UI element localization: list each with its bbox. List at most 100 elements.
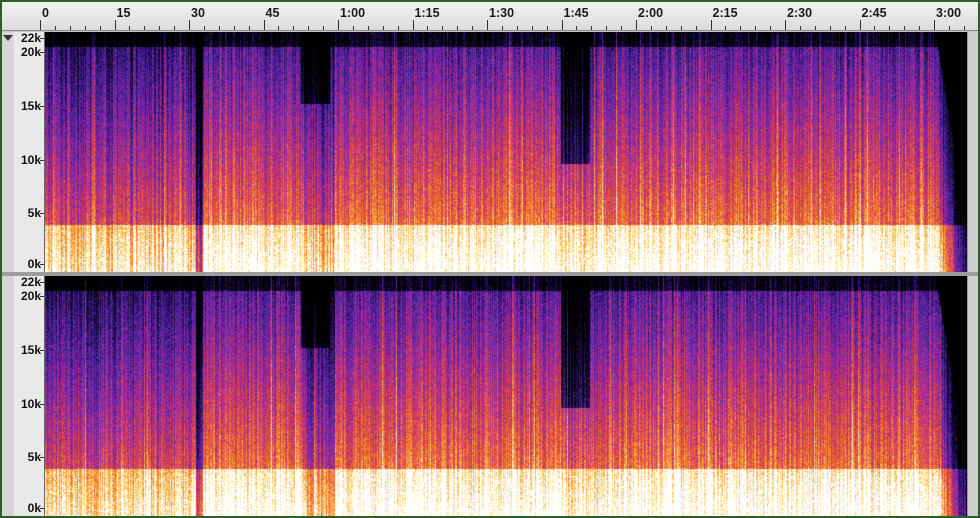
timeline-minor-tick [665,26,667,30]
timeline-minor-tick [814,26,816,30]
timeline-major-tick [263,20,265,30]
timeline-minor-tick [233,26,235,30]
timeline-label: 1:00 [340,6,366,20]
frequency-label: 15k [20,343,41,358]
timeline-minor-tick [69,26,71,30]
frequency-tick [40,350,44,352]
timeline-minor-tick [755,26,757,30]
timeline-major-tick [561,20,563,30]
frequency-tick [40,160,44,162]
timeline-label: 1:45 [563,6,589,20]
frequency-ruler: 22k 20k 15k 10k 5k 0k [14,31,45,272]
timeline-minor-tick [889,26,891,30]
timeline-minor-tick [99,26,101,30]
timeline-minor-tick [531,26,533,30]
frequency-label: 20k [20,289,41,304]
timeline-minor-tick [323,26,325,30]
timeline-label: 3:00 [936,6,962,20]
track-edge [967,276,978,516]
timeline-major-tick [40,20,41,30]
timeline-minor-tick [516,26,518,30]
timeline-minor-tick [606,26,608,30]
timeline-minor-tick [472,26,474,30]
frequency-label: 10k [20,397,41,412]
frequency-tick [40,296,44,298]
timeline-minor-tick [591,26,593,30]
timeline-minor-tick [799,26,801,30]
timeline-minor-tick [695,26,697,30]
timeline-major-tick [636,20,637,30]
timeline-major-tick [487,20,488,30]
frequency-label: 20k [20,45,41,60]
timeline-label: 2:30 [787,6,813,20]
timeline-label: 0 [42,6,49,20]
timeline-minor-tick [919,26,921,30]
timeline-label: 1:15 [414,6,440,20]
timeline-ruler[interactable]: 0 15 30 45 1:00 1:15 1:30 1:45 2:00 2:15 2:30 2:45 3… [2,2,978,31]
frequency-label: 22k [20,275,41,289]
frequency-tick [40,52,44,54]
timeline-minor-tick [54,26,56,30]
timeline-minor-tick [904,26,906,30]
timeline-minor-tick [397,26,399,30]
spectrogram-track-2[interactable]: 22k 20k 15k 10k 5k 0k [2,275,978,516]
timeline-minor-tick [844,26,846,30]
timeline-major-tick [710,20,712,30]
timeline-major-tick [189,20,190,30]
timeline-minor-tick [829,26,831,30]
timeline-label: 15 [116,6,131,20]
frequency-label: 0k [27,500,41,515]
audio-editor-window: 0 15 30 45 1:00 1:15 1:30 1:45 2:00 2:15 2:30 2:45 3… [2,2,978,516]
timeline-minor-tick [621,26,623,30]
timeline-minor-tick [159,26,161,30]
timeline-minor-tick [129,26,131,30]
timeline-minor-tick [874,26,876,30]
timeline-minor-tick [293,26,295,30]
spectrogram-view[interactable] [45,32,968,272]
track-edge [967,32,978,272]
timeline-label: 2:15 [712,6,738,20]
frequency-label: 0k [27,256,41,271]
frequency-tick [40,404,44,406]
timeline-minor-tick [770,26,772,30]
timeline-label: 2:00 [638,6,664,20]
timeline-minor-tick [457,26,459,30]
timeline-minor-tick [218,26,220,30]
timeline-minor-tick [740,26,742,30]
timeline-label: 30 [191,6,205,20]
frequency-label: 22k [20,31,41,45]
frequency-tick [40,457,44,459]
timeline-minor-tick [963,26,965,30]
frequency-tick [40,507,44,509]
timeline-minor-tick [308,26,310,30]
frequency-tick [40,282,44,283]
timeline-major-tick [114,20,116,30]
timeline-minor-tick [576,26,578,30]
frequency-tick [40,213,44,215]
frequency-tick [40,263,44,265]
frequency-tick [40,38,44,39]
timeline-minor-tick [352,26,354,30]
spectrogram-view[interactable] [45,276,968,516]
frequency-label: 15k [20,99,41,114]
timeline-minor-tick [278,26,280,30]
timeline-minor-tick [248,26,250,30]
frequency-ruler: 22k 20k 15k 10k 5k 0k [14,275,45,516]
timeline-minor-tick [174,26,176,30]
timeline-major-tick [859,20,861,30]
frequency-label: 5k [27,206,41,221]
timeline-minor-tick [84,26,86,30]
timeline-minor-tick [546,26,548,30]
frequency-label: 5k [27,450,41,465]
timeline-label: 45 [265,6,280,20]
timeline-minor-tick [650,26,652,30]
collapse-triangle-icon[interactable] [3,35,13,41]
timeline-minor-tick [367,26,369,30]
timeline-major-tick [412,20,414,30]
timeline-minor-tick [680,26,682,30]
timeline-minor-tick [427,26,429,30]
frequency-tick [40,106,44,108]
timeline-label: 2:45 [861,6,887,20]
timeline-minor-tick [442,26,444,30]
spectrogram-track-1[interactable]: 22k 20k 15k 10k 5k 0k [2,31,978,272]
